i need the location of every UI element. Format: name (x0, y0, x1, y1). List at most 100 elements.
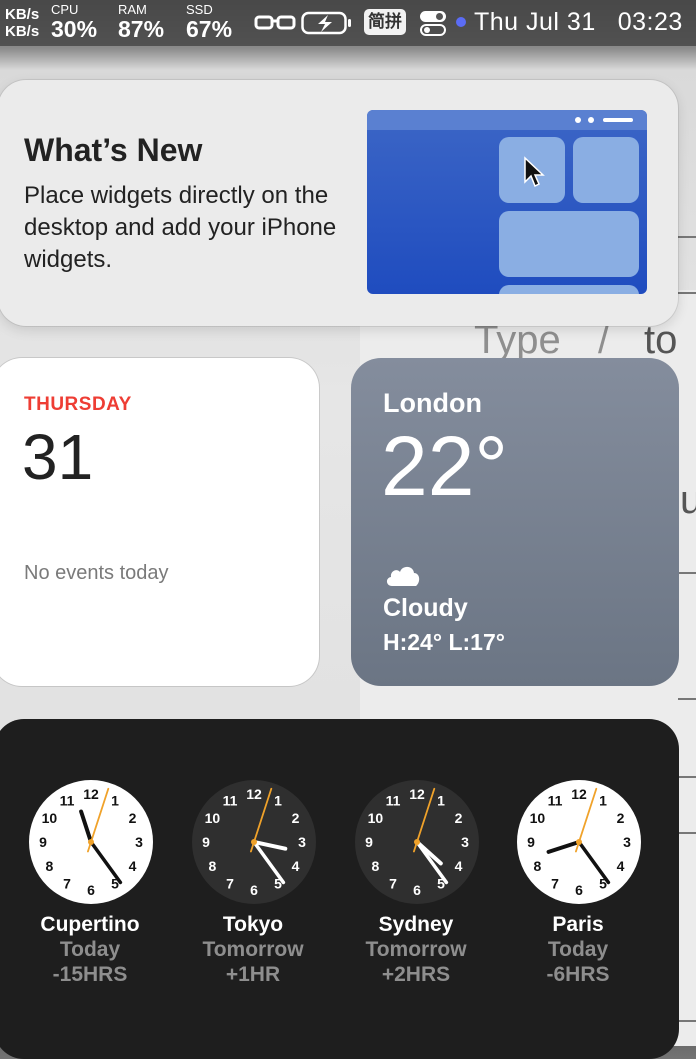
clock-numeral: 12 (83, 786, 99, 802)
clock-numeral: 3 (461, 834, 469, 850)
clock-numeral: 8 (372, 858, 380, 874)
clock-numeral: 12 (571, 786, 587, 802)
world-clock-offset: +1HR (225, 963, 281, 986)
clock-numeral: 6 (250, 882, 258, 898)
world-clock-day: Tomorrow (365, 938, 467, 961)
cpu-label: CPU (51, 2, 79, 17)
world-clock-city: Cupertino (40, 913, 140, 936)
clock-numeral: 7 (63, 876, 71, 892)
clock-numeral: 11 (60, 792, 75, 808)
clock-numeral: 3 (298, 834, 306, 850)
clock-numeral: 6 (575, 882, 583, 898)
clock-numeral: 7 (551, 876, 559, 892)
background-divider (678, 292, 696, 294)
clock-numeral: 4 (292, 858, 300, 874)
clock-numeral: 10 (368, 810, 384, 826)
clock-numeral: 3 (135, 834, 143, 850)
ssd-monitor[interactable]: SSD 67% (186, 2, 233, 42)
clock-numeral: 9 (202, 834, 210, 850)
weather-city: London (383, 388, 482, 418)
clock-numeral: 8 (209, 858, 217, 874)
background-divider (678, 776, 696, 778)
clock-numeral: 1 (111, 792, 119, 808)
weather-condition: Cloudy (383, 594, 468, 622)
menu-bar-clock[interactable]: Thu Jul 31 03:23 (474, 7, 683, 37)
cursor-icon (524, 156, 545, 188)
world-clock-day: Today (547, 938, 609, 961)
clock-numeral: 12 (409, 786, 425, 802)
clock-numeral: 11 (386, 792, 401, 808)
world-clock-day: Today (59, 938, 121, 961)
clock-face-icon: 1234567891011 12 (29, 780, 153, 904)
whats-new-widget[interactable]: What’s New Place widgets directly on the… (0, 80, 678, 326)
weather-high-low: H:24° L:17° (383, 629, 505, 655)
ram-value: 87% (118, 16, 165, 42)
calendar-day-number: 31 (22, 421, 94, 493)
world-clock-day: Tomorrow (202, 938, 304, 961)
weather-temperature: 22° (381, 419, 509, 513)
clock-numeral: 6 (413, 882, 421, 898)
ram-label: RAM (118, 2, 147, 17)
network-download-label: KB/s (5, 23, 40, 40)
clock-pivot (251, 839, 257, 845)
glasses-icon[interactable] (254, 14, 296, 37)
weather-widget[interactable]: London 22° Cloudy H:24° L:17° (351, 358, 679, 686)
whats-new-title: What’s New (24, 132, 203, 168)
world-clock-offset: +2HRS (381, 963, 451, 986)
clock-pivot (414, 839, 420, 845)
clock-numeral: 2 (292, 810, 300, 826)
widgets-illustration (367, 110, 647, 294)
clock-numeral: 9 (527, 834, 535, 850)
background-divider (678, 1020, 696, 1022)
clock-numeral: 2 (129, 810, 137, 826)
clock-numeral: 10 (42, 810, 58, 826)
siri-dot-icon (456, 17, 466, 27)
clock-numeral: 7 (226, 876, 234, 892)
ssd-value: 67% (186, 16, 233, 42)
clock-numeral: 1 (599, 792, 607, 808)
clock-numeral: 4 (129, 858, 137, 874)
menu-bar-time: 03:23 (617, 8, 683, 36)
background-divider (678, 698, 696, 700)
input-method-indicator[interactable]: 简拼 (364, 9, 406, 35)
illustration-tile (499, 285, 639, 294)
menu-bar-date: Thu Jul 31 (474, 8, 596, 36)
clock-face-icon: 1234567891011 12 (517, 780, 641, 904)
background-divider (678, 832, 696, 834)
clock-numeral: 9 (39, 834, 47, 850)
world-clock-city: Sydney (378, 913, 454, 936)
clock-numeral: 8 (46, 858, 54, 874)
calendar-widget[interactable]: THURSDAY 31 No events today (0, 358, 319, 686)
illustration-menu-dots (575, 117, 633, 123)
cloud-icon (384, 562, 422, 593)
cpu-value: 30% (51, 16, 98, 42)
clock-pivot (576, 839, 582, 845)
menu-bar: KB/s KB/s CPU 30% RAM 87% SSD 67% 简拼 Thu… (0, 0, 696, 46)
clock-numeral: 1 (274, 792, 282, 808)
network-upload-label: KB/s (5, 6, 40, 23)
ram-monitor[interactable]: RAM 87% (118, 2, 165, 42)
clock-numeral: 3 (623, 834, 631, 850)
world-clock-city: Paris (552, 913, 604, 936)
cpu-monitor[interactable]: CPU 30% (51, 2, 98, 42)
clock-face-icon: 1234567891011 12 (355, 780, 479, 904)
background-u-text: u (680, 478, 696, 522)
clock-pivot (88, 839, 94, 845)
background-divider (678, 236, 696, 238)
control-center-icon[interactable] (419, 9, 447, 42)
illustration-tile (573, 137, 639, 203)
clock-numeral: 6 (87, 882, 95, 898)
whats-new-body: Place widgets directly on the desktop an… (24, 182, 337, 273)
clock-numeral: 4 (617, 858, 625, 874)
ssd-label: SSD (186, 2, 213, 17)
world-clock-city: Tokyo (222, 913, 284, 936)
world-clock-widget[interactable]: 1 2 3 4 5 6 7 8 9 10 11 12 Cupertino Today -15HRS 1… (0, 719, 679, 1059)
background-divider (678, 572, 696, 574)
clock-numeral: 11 (548, 792, 563, 808)
world-clock-offset: -15HRS (52, 963, 128, 986)
clock-numeral: 11 (223, 792, 238, 808)
clock-numeral: 4 (455, 858, 463, 874)
battery-charging-icon[interactable] (301, 11, 353, 40)
clock-numeral: 12 (246, 786, 262, 802)
network-monitor[interactable]: KB/s KB/s (5, 6, 39, 40)
